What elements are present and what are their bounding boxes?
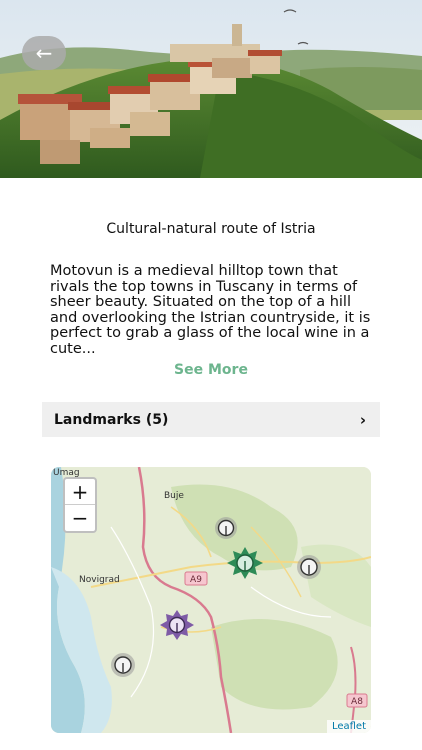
landmark-marker-gray[interactable] <box>296 554 322 584</box>
landmarks-label: Landmarks (5) <box>54 411 169 428</box>
hero-image: ← <box>0 0 422 178</box>
zoom-control: + − <box>63 477 97 533</box>
town-label-buje: Buje <box>164 491 184 501</box>
back-button[interactable]: ← <box>22 36 66 70</box>
landmark-marker-gray[interactable] <box>214 516 238 544</box>
landmarks-row[interactable]: Landmarks (5) › <box>42 402 380 437</box>
landmark-marker-green[interactable] <box>225 546 265 584</box>
arrow-left-icon: ← <box>35 41 53 65</box>
see-more-link[interactable]: See More <box>0 362 422 378</box>
map-tiles: A9 A8 <box>51 467 371 733</box>
town-label-novigrad: Novigrad <box>79 575 120 585</box>
map-attribution-link[interactable]: Leaflet <box>326 720 371 733</box>
route-map[interactable]: A9 A8 Umag Buje Novigrad + − Leaflet <box>51 467 371 733</box>
route-description: Motovun is a medieval hilltop town that … <box>50 263 371 357</box>
zoom-in-button[interactable]: + <box>65 479 95 505</box>
zoom-out-button[interactable]: − <box>65 505 95 531</box>
landmark-marker-gray[interactable] <box>110 652 136 682</box>
landmark-marker-purple[interactable] <box>159 609 195 645</box>
route-title: Cultural-natural route of Istria <box>106 221 316 237</box>
chevron-right-icon: › <box>359 410 366 429</box>
road-label-a8: A8 <box>351 697 363 707</box>
road-label-a9: A9 <box>190 575 202 585</box>
tree-pin-icon <box>160 610 194 640</box>
tree-pin-icon <box>227 547 263 579</box>
tree-pin-icon <box>111 653 135 677</box>
tree-pin-icon <box>297 555 321 579</box>
tree-pin-icon <box>215 517 237 539</box>
